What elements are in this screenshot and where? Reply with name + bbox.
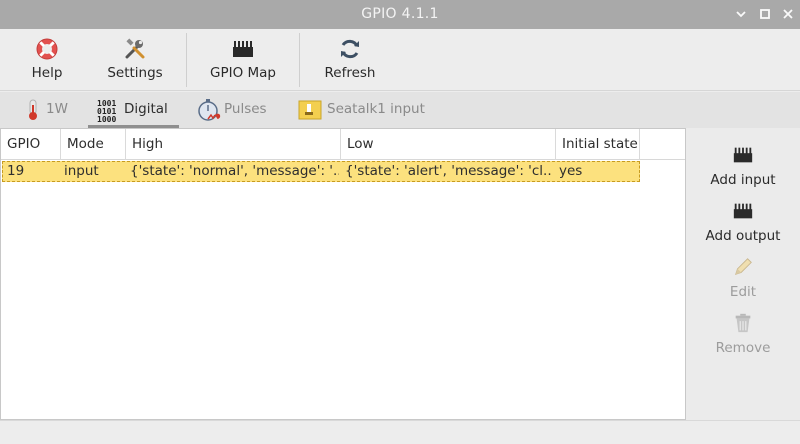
settings-label: Settings bbox=[107, 65, 163, 81]
seatalk-icon bbox=[298, 97, 324, 123]
status-bar bbox=[0, 420, 800, 444]
minimize-icon[interactable] bbox=[733, 6, 749, 22]
lifebuoy-icon bbox=[35, 37, 59, 61]
column-header-high[interactable]: High bbox=[126, 129, 341, 160]
help-button[interactable]: Help bbox=[12, 29, 82, 91]
binary-digits-icon: 1001 0101 1000 bbox=[96, 97, 122, 124]
close-icon[interactable] bbox=[780, 6, 796, 22]
toolbar-separator bbox=[299, 33, 300, 87]
cell-high: {'state': 'normal', 'message': '... bbox=[130, 163, 339, 179]
edit-button[interactable]: Edit bbox=[686, 246, 800, 300]
table-header: GPIO Mode High Low Initial state bbox=[1, 129, 685, 160]
svg-text:1000: 1000 bbox=[97, 115, 116, 123]
window-title: GPIO 4.1.1 bbox=[361, 6, 439, 22]
cell-gpio: 19 bbox=[7, 163, 25, 179]
help-label: Help bbox=[31, 65, 63, 81]
gpio-header-icon bbox=[231, 37, 255, 61]
thermometer-icon bbox=[20, 97, 46, 123]
tab-1w[interactable]: 1W bbox=[18, 92, 78, 128]
column-header-gpio[interactable]: GPIO bbox=[1, 129, 61, 160]
remove-label: Remove bbox=[715, 340, 771, 356]
tab-digital-label: Digital bbox=[124, 101, 168, 117]
gpio-table[interactable]: GPIO Mode High Low Initial state 19 inpu… bbox=[0, 128, 686, 420]
tab-seatalk1-label: Seatalk1 input bbox=[327, 101, 425, 117]
gpio-header-icon bbox=[732, 200, 754, 222]
add-input-button[interactable]: Add input bbox=[686, 134, 800, 188]
gpio-map-label: GPIO Map bbox=[210, 65, 276, 81]
gpio-map-button[interactable]: GPIO Map bbox=[203, 29, 283, 91]
side-actions-panel: Add input Add output Edit Remove bbox=[686, 128, 800, 420]
add-input-label: Add input bbox=[710, 172, 776, 188]
refresh-icon bbox=[338, 37, 362, 61]
add-output-label: Add output bbox=[705, 228, 781, 244]
tab-1w-label: 1W bbox=[46, 101, 68, 117]
title-bar: GPIO 4.1.1 bbox=[0, 0, 800, 29]
tab-bar: 1W 1001 0101 1000 Digital Pulses Seatalk… bbox=[0, 92, 800, 128]
add-output-button[interactable]: Add output bbox=[686, 190, 800, 244]
refresh-label: Refresh bbox=[324, 65, 376, 81]
column-header-mode[interactable]: Mode bbox=[61, 129, 126, 160]
maximize-icon[interactable] bbox=[757, 6, 773, 22]
cell-mode: input bbox=[64, 163, 99, 179]
cell-low: {'state': 'alert', 'message': 'cl... bbox=[345, 163, 552, 179]
tab-pulses-label: Pulses bbox=[224, 101, 267, 117]
remove-button[interactable]: Remove bbox=[686, 302, 800, 356]
gpio-header-icon bbox=[732, 144, 754, 166]
table-row[interactable]: 19 input {'state': 'normal', 'message': … bbox=[2, 161, 640, 182]
tab-pulses[interactable]: Pulses bbox=[196, 92, 276, 128]
toolbar-separator bbox=[186, 33, 187, 87]
column-header-initial-state[interactable]: Initial state bbox=[556, 129, 640, 160]
tab-digital[interactable]: 1001 0101 1000 Digital bbox=[88, 92, 179, 128]
edit-label: Edit bbox=[729, 284, 757, 300]
refresh-button[interactable]: Refresh bbox=[314, 29, 386, 91]
toolbar: Help Settings GPIO Map Refresh bbox=[0, 29, 800, 91]
tab-seatalk1-input[interactable]: Seatalk1 input bbox=[298, 92, 428, 128]
column-header-low[interactable]: Low bbox=[341, 129, 556, 160]
pencil-icon bbox=[732, 256, 754, 278]
stopwatch-pulse-icon bbox=[196, 97, 222, 123]
settings-button[interactable]: Settings bbox=[98, 29, 172, 91]
trash-icon bbox=[732, 312, 754, 334]
cell-initial-state: yes bbox=[559, 163, 583, 179]
tools-icon bbox=[123, 37, 147, 61]
